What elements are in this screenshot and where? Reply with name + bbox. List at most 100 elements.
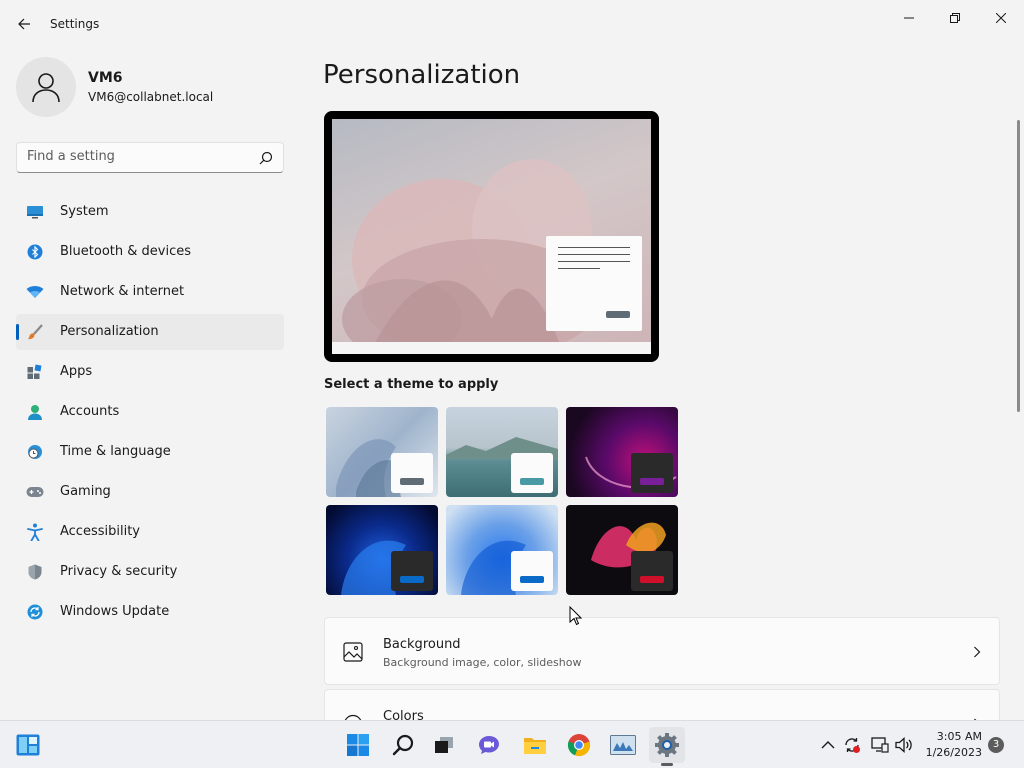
- minimize-icon: [904, 17, 914, 19]
- restore-icon: [950, 13, 960, 23]
- sidebar-item-apps[interactable]: Apps: [16, 354, 284, 390]
- chevron-up-icon: [821, 741, 835, 749]
- sidebar-item-accessibility[interactable]: Accessibility: [16, 514, 284, 550]
- theme-tile[interactable]: [326, 505, 438, 595]
- search-taskbar-button[interactable]: [385, 727, 421, 763]
- close-icon: [996, 13, 1006, 23]
- back-arrow-icon: [18, 18, 30, 30]
- widgets-icon: [16, 734, 40, 756]
- start-button[interactable]: [340, 727, 376, 763]
- theme-tile[interactable]: [566, 505, 678, 595]
- sidebar-item-label: Accounts: [60, 404, 120, 419]
- speaker-icon: [895, 737, 912, 753]
- taskbar-clock[interactable]: 3:05 AM 1/26/2023: [912, 729, 982, 761]
- user-name: VM6: [88, 70, 123, 86]
- avatar: [16, 57, 76, 117]
- person-outline-icon: [32, 73, 60, 103]
- photos-icon: [610, 735, 636, 755]
- themes-section-label: Select a theme to apply: [324, 377, 499, 392]
- image-icon: [343, 642, 363, 662]
- volume-tray-button[interactable]: [894, 735, 914, 755]
- photos-button[interactable]: [605, 727, 641, 763]
- chrome-button[interactable]: [561, 727, 597, 763]
- theme-tile[interactable]: [446, 505, 558, 595]
- sidebar-item-personalization[interactable]: Personalization: [16, 314, 284, 350]
- sidebar-item-label: Accessibility: [60, 524, 140, 539]
- row-title: Background: [383, 637, 461, 652]
- settings-taskbar-button[interactable]: [649, 727, 685, 763]
- sidebar-item-label: Network & internet: [60, 284, 185, 299]
- user-profile[interactable]: VM6 VM6@collabnet.local: [16, 57, 213, 117]
- theme-tile[interactable]: [566, 407, 678, 497]
- folder-icon: [524, 738, 546, 754]
- theme-preview: [324, 111, 659, 362]
- sidebar-nav: System Bluetooth & devices Network & int…: [16, 194, 284, 634]
- background-setting-row[interactable]: Background Background image, color, slid…: [324, 617, 1000, 685]
- sidebar-item-time-language[interactable]: Time & language: [16, 434, 284, 470]
- sidebar-item-bluetooth[interactable]: Bluetooth & devices: [16, 234, 284, 270]
- sidebar-item-network[interactable]: Network & internet: [16, 274, 284, 310]
- clock-globe-icon: [26, 443, 44, 461]
- sidebar-item-label: Apps: [60, 364, 93, 379]
- sidebar-item-label: Windows Update: [60, 604, 170, 619]
- chat-button[interactable]: [471, 727, 507, 763]
- search-icon: [392, 734, 414, 756]
- sidebar-item-windows-update[interactable]: Windows Update: [16, 594, 284, 630]
- sync-tray-button[interactable]: [842, 735, 862, 755]
- theme-tile[interactable]: [326, 407, 438, 497]
- app-title: Settings: [50, 17, 100, 31]
- wifi-icon: [26, 283, 44, 301]
- active-app-indicator: [661, 763, 673, 766]
- page-title: Personalization: [323, 60, 521, 90]
- mouse-cursor-icon: [569, 606, 583, 626]
- sidebar-item-privacy[interactable]: Privacy & security: [16, 554, 284, 590]
- sidebar-item-label: Bluetooth & devices: [60, 244, 191, 259]
- gamepad-icon: [26, 483, 44, 501]
- brush-icon: [26, 323, 44, 341]
- sidebar-item-label: Personalization: [60, 324, 159, 339]
- chrome-icon: [567, 734, 591, 757]
- sidebar-item-system[interactable]: System: [16, 194, 284, 230]
- widgets-button[interactable]: [10, 727, 46, 763]
- sync-alert-icon: [845, 738, 860, 753]
- clock-date: 1/26/2023: [925, 746, 982, 759]
- search-input[interactable]: [27, 149, 247, 164]
- clock-time: 3:05 AM: [936, 730, 982, 743]
- file-explorer-button[interactable]: [517, 727, 553, 763]
- task-view-button[interactable]: [426, 727, 462, 763]
- sidebar-item-label: System: [60, 204, 109, 219]
- taskbar: 3:05 AM 1/26/2023 3: [0, 720, 1024, 768]
- search-box: [16, 142, 284, 173]
- task-view-icon: [435, 737, 453, 753]
- sidebar-item-accounts[interactable]: Accounts: [16, 394, 284, 430]
- colors-setting-row[interactable]: Colors: [324, 689, 1000, 720]
- sidebar-item-label: Gaming: [60, 484, 111, 499]
- show-hidden-icons-button[interactable]: [818, 735, 838, 755]
- notification-badge[interactable]: 3: [988, 737, 1004, 753]
- chevron-right-icon: [974, 646, 981, 658]
- accessibility-icon: [26, 523, 44, 541]
- preview-wallpaper: [332, 119, 651, 354]
- user-email: VM6@collabnet.local: [88, 90, 214, 104]
- close-button[interactable]: [978, 4, 1024, 32]
- network-tray-button[interactable]: [870, 735, 890, 755]
- apps-icon: [26, 363, 44, 381]
- settings-window: Settings VM6 VM6@collabnet.local System: [0, 0, 1024, 720]
- search-icon[interactable]: [259, 151, 273, 165]
- back-button[interactable]: [10, 12, 38, 36]
- sidebar-item-gaming[interactable]: Gaming: [16, 474, 284, 510]
- scrollbar-thumb[interactable]: [1017, 120, 1020, 412]
- windows-logo-icon: [347, 734, 369, 756]
- theme-tile[interactable]: [446, 407, 558, 497]
- minimize-button[interactable]: [886, 4, 932, 32]
- sidebar-item-label: Time & language: [60, 444, 171, 459]
- monitor-icon: [26, 203, 44, 221]
- ethernet-icon: [871, 737, 889, 753]
- bluetooth-icon: [26, 243, 44, 261]
- sidebar-item-label: Privacy & security: [60, 564, 178, 579]
- restore-button[interactable]: [932, 4, 978, 32]
- preview-window: [546, 236, 642, 331]
- row-subtitle: Background image, color, slideshow: [383, 656, 582, 669]
- person-icon: [26, 403, 44, 421]
- title-bar: Settings: [0, 0, 1024, 48]
